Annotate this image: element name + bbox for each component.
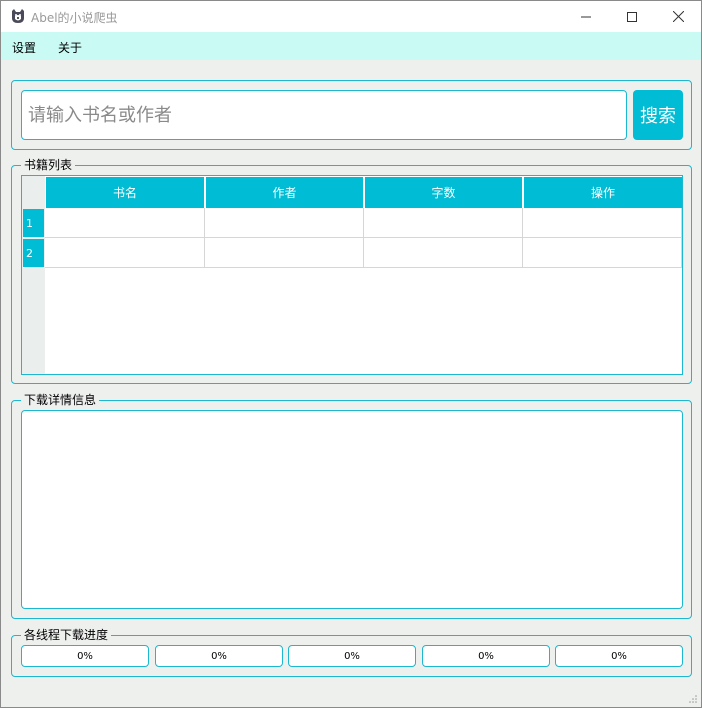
- progress-bar-5: 0%: [555, 645, 683, 667]
- window-title: Abel的小说爬虫: [31, 11, 118, 25]
- dog-face-icon: [12, 9, 24, 23]
- search-panel: 搜索: [11, 80, 692, 150]
- minimize-icon: [581, 16, 591, 17]
- book-list-panel: 书籍列表 书名 作者 字数 操作 1 2: [11, 158, 692, 384]
- download-details-title: 下载详情信息: [21, 393, 100, 407]
- book-list-title: 书籍列表: [21, 158, 76, 172]
- close-button[interactable]: [655, 1, 701, 32]
- progress-label: 0%: [478, 650, 494, 662]
- table-corner[interactable]: [22, 176, 45, 208]
- column-header-action[interactable]: 操作: [524, 177, 682, 208]
- progress-bar-4: 0%: [422, 645, 550, 667]
- column-header-title[interactable]: 书名: [46, 177, 204, 208]
- download-details-text[interactable]: [21, 410, 683, 609]
- maximize-icon: [627, 11, 637, 22]
- progress-bar-2: 0%: [155, 645, 283, 667]
- size-grip-icon[interactable]: [688, 694, 698, 704]
- progress-label: 0%: [211, 650, 227, 662]
- app-window: Abel的小说爬虫 设置 关于 搜索 书籍列表: [0, 0, 702, 708]
- table-cell[interactable]: [523, 208, 682, 238]
- progress-label: 0%: [611, 650, 627, 662]
- menu-about[interactable]: 关于: [58, 39, 82, 56]
- progress-label: 0%: [344, 650, 360, 662]
- row-header-1[interactable]: 1: [23, 209, 44, 237]
- row-header-2[interactable]: 2: [23, 239, 44, 267]
- table-cell[interactable]: [364, 208, 523, 238]
- menu-settings[interactable]: 设置: [12, 39, 36, 56]
- table-cell[interactable]: [523, 238, 682, 268]
- table-cell[interactable]: [45, 208, 205, 238]
- book-table[interactable]: 书名 作者 字数 操作 1 2: [21, 175, 683, 375]
- maximize-button[interactable]: [609, 1, 655, 32]
- progress-bar-3: 0%: [288, 645, 416, 667]
- minimize-button[interactable]: [563, 1, 609, 32]
- table-cell[interactable]: [364, 238, 523, 268]
- close-icon: [672, 11, 684, 22]
- thread-progress-title: 各线程下载进度: [21, 628, 112, 642]
- table-cell[interactable]: [205, 208, 364, 238]
- table-cell[interactable]: [45, 238, 205, 268]
- column-header-author[interactable]: 作者: [206, 177, 363, 208]
- search-input[interactable]: [21, 90, 627, 140]
- column-header-wordcount[interactable]: 字数: [365, 177, 522, 208]
- progress-bar-1: 0%: [21, 645, 149, 667]
- menu-bar: 设置 关于: [1, 32, 701, 60]
- download-details-panel: 下载详情信息: [11, 393, 692, 619]
- search-button[interactable]: 搜索: [633, 90, 683, 140]
- thread-progress-panel: 各线程下载进度 0% 0% 0% 0% 0%: [11, 628, 692, 677]
- table-cell[interactable]: [205, 238, 364, 268]
- title-bar[interactable]: Abel的小说爬虫: [1, 1, 701, 32]
- progress-label: 0%: [77, 650, 93, 662]
